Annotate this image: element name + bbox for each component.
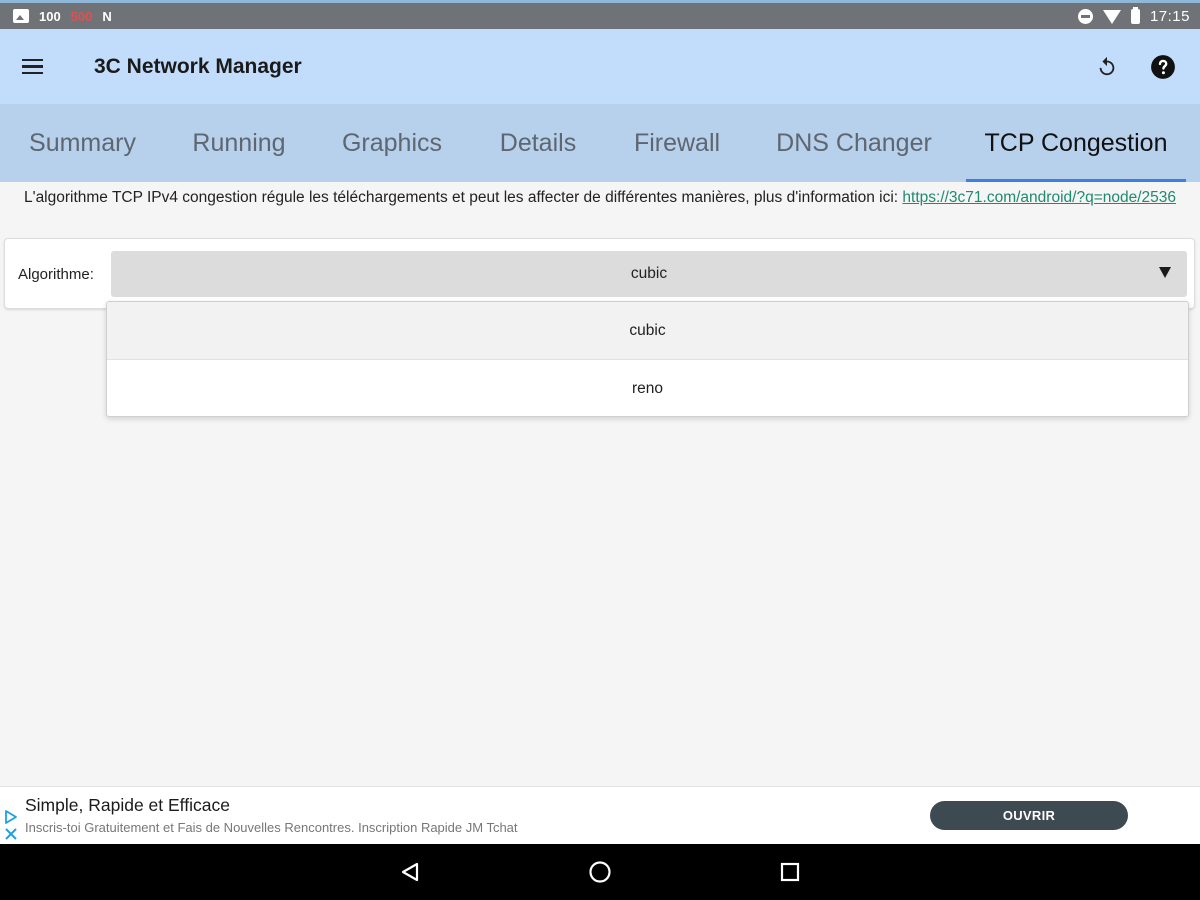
algorithm-dropdown-list: cubic reno bbox=[106, 301, 1189, 417]
status-bar: 100 500 N 17:15 bbox=[0, 0, 1200, 29]
info-text: L'algorithme TCP IPv4 congestion régule … bbox=[23, 189, 903, 206]
n-app-icon: N bbox=[102, 8, 112, 24]
status-time: 17:15 bbox=[1149, 7, 1190, 25]
algorithm-card: Algorithme: cubic bbox=[4, 238, 1195, 309]
wifi-icon bbox=[1102, 10, 1121, 24]
image-notification-icon bbox=[13, 9, 29, 23]
ad-banner[interactable]: Simple, Rapide et Efficace Inscris-toi G… bbox=[0, 786, 1200, 844]
back-icon[interactable] bbox=[390, 852, 430, 892]
dropdown-option-cubic[interactable]: cubic bbox=[107, 302, 1188, 360]
app-title: 3C Network Manager bbox=[94, 54, 302, 78]
tab-tcp-congestion[interactable]: TCP Congestion bbox=[966, 104, 1186, 182]
ad-close-icon bbox=[5, 828, 17, 840]
ad-open-button[interactable]: OUVRIR bbox=[930, 801, 1128, 830]
do-not-disturb-icon bbox=[1077, 8, 1093, 24]
ad-choices[interactable] bbox=[4, 809, 18, 848]
algorithm-label: Algorithme: bbox=[18, 266, 94, 283]
home-icon[interactable] bbox=[580, 852, 620, 892]
info-link[interactable]: https://3c71.com/android/?q=node/2536 bbox=[902, 189, 1176, 206]
tab-graphics[interactable]: Graphics bbox=[313, 104, 471, 182]
menu-icon[interactable] bbox=[22, 46, 64, 88]
ad-title: Simple, Rapide et Efficace bbox=[25, 795, 230, 815]
recents-icon[interactable] bbox=[770, 852, 810, 892]
battery-icon bbox=[1130, 6, 1140, 24]
ad-choices-icon bbox=[5, 810, 17, 824]
tab-bar: Summary Running Graphics Details Firewal… bbox=[0, 104, 1200, 182]
tab-summary[interactable]: Summary bbox=[0, 104, 165, 182]
tab-firewall[interactable]: Firewall bbox=[605, 104, 749, 182]
tab-dns-changer[interactable]: DNS Changer bbox=[749, 104, 959, 182]
status-bar-notifications: 100 500 N bbox=[13, 9, 112, 23]
cpu-100-icon: 100 bbox=[39, 8, 61, 24]
system-nav-bar bbox=[0, 844, 1200, 900]
ad-subtitle: Inscris-toi Gratuitement et Fais de Nouv… bbox=[25, 820, 518, 835]
dropdown-arrow-icon bbox=[1159, 267, 1171, 278]
app-bar-actions bbox=[1090, 50, 1180, 84]
info-description: L'algorithme TCP IPv4 congestion régule … bbox=[0, 188, 1200, 208]
refresh-icon[interactable] bbox=[1090, 50, 1124, 84]
tab-details[interactable]: Details bbox=[471, 104, 605, 182]
app-bar: 3C Network Manager bbox=[0, 29, 1200, 104]
algorithm-selected-value: cubic bbox=[630, 265, 668, 282]
status-bar-system: 17:15 bbox=[1077, 6, 1190, 25]
tab-running[interactable]: Running bbox=[165, 104, 313, 182]
help-icon[interactable] bbox=[1146, 50, 1180, 84]
dropdown-option-reno[interactable]: reno bbox=[107, 360, 1188, 416]
cpu-500-icon: 500 bbox=[70, 8, 93, 24]
algorithm-select[interactable]: cubic bbox=[111, 251, 1187, 297]
